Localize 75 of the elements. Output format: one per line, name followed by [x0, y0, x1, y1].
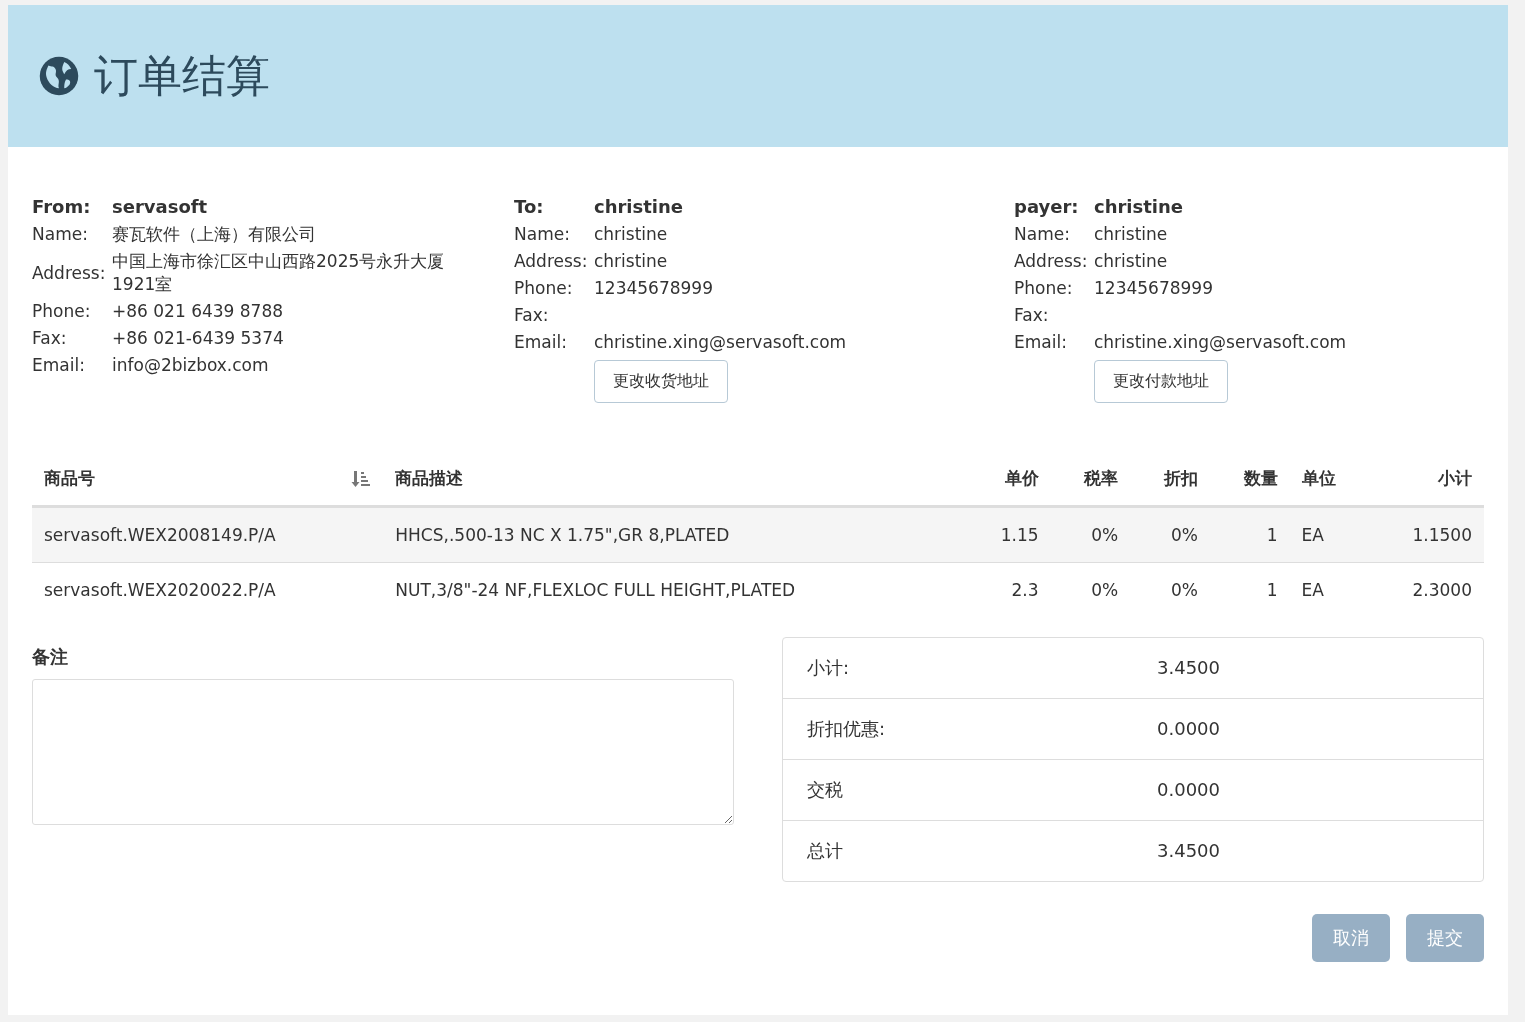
summary-value: 3.4500: [1157, 840, 1221, 862]
column-header[interactable]: 折扣: [1163, 468, 1198, 489]
field-value: christine: [594, 250, 669, 274]
field-label: Fax:: [1014, 304, 1050, 328]
summary-value: 0.0000: [1157, 718, 1221, 740]
column-header[interactable]: 单位: [1301, 468, 1336, 489]
field-value: 中国上海市徐汇区中山西路2025号永升大厦1921室: [112, 250, 446, 297]
field-label: Phone:: [32, 300, 92, 324]
column-header[interactable]: 数量: [1243, 468, 1278, 489]
summary-label: 交税: [807, 778, 844, 802]
field-value: christine.xing@servasoft.com: [594, 331, 848, 354]
field-label: Phone:: [1014, 277, 1074, 301]
field-label: Address:: [1014, 250, 1089, 274]
table-cell: EA: [1301, 525, 1324, 545]
sort-icon[interactable]: [351, 469, 372, 489]
table-cell: EA: [1301, 580, 1324, 600]
party-label: payer:: [1014, 195, 1080, 219]
field-value: christine.xing@servasoft.com: [1094, 331, 1348, 354]
table-cell: 1: [1266, 580, 1278, 600]
field-value: christine: [594, 223, 669, 247]
summary-label: 总计: [807, 839, 844, 863]
party-label: To:: [514, 195, 545, 219]
party-name: christine: [1094, 195, 1185, 219]
field-label: Fax:: [514, 304, 550, 328]
notes-label: 备注: [32, 645, 69, 669]
field-value: 赛瓦软件（上海）有限公司: [112, 223, 317, 247]
table-cell: servasoft.WEX2020022.P/A: [44, 580, 276, 600]
field-label: Email:: [1014, 331, 1068, 354]
field-label: Email:: [514, 331, 568, 354]
page-title: 订单结算: [94, 48, 270, 103]
change-address-button[interactable]: 更改付款地址: [1094, 360, 1228, 403]
field-label: Name:: [32, 223, 89, 247]
summary-value: 3.4500: [1157, 657, 1221, 679]
table-cell: NUT,3/8"-24 NF,FLEXLOC FULL HEIGHT,PLATED: [395, 580, 796, 600]
field-value: christine: [1094, 223, 1169, 247]
field-label: Address:: [32, 261, 107, 285]
table-cell: 0%: [1091, 525, 1119, 545]
field-value: +86 021 6439 8788: [112, 300, 285, 324]
table-cell: 2.3000: [1412, 580, 1472, 600]
table-row[interactable]: servasoft.WEX2020022.P/A NUT,3/8"-24 NF,FLEXLOC FULL HEIGHT,PLATED 2.3 0% 0% 1 EA 2.3000: [32, 562, 1484, 617]
summary-label: 小计:: [807, 656, 851, 680]
table-cell: 0%: [1170, 525, 1198, 545]
party-name: servasoft: [112, 195, 209, 219]
summary-value: 0.0000: [1157, 779, 1221, 801]
field-label: Email:: [32, 354, 86, 377]
summary-label: 折扣优惠:: [807, 717, 887, 741]
change-address-button[interactable]: 更改收货地址: [594, 360, 728, 403]
table-row[interactable]: servasoft.WEX2008149.P/A HHCS,.500-13 NC X 1.75",GR 8,PLATED 1.15 0% 0% 1 EA 1.1500: [32, 506, 1484, 563]
party-name: christine: [594, 195, 685, 219]
column-header[interactable]: 税率: [1084, 468, 1119, 489]
column-header[interactable]: 单价: [1004, 468, 1039, 489]
field-value: 12345678999: [594, 277, 714, 301]
field-label: Address:: [514, 250, 589, 274]
column-header[interactable]: 小计: [1438, 468, 1472, 489]
table-cell: HHCS,.500-13 NC X 1.75",GR 8,PLATED: [395, 525, 730, 545]
field-value: christine: [1094, 250, 1169, 274]
table-cell: 1.1500: [1412, 525, 1472, 545]
field-label: Fax:: [32, 327, 68, 350]
field-value: info@2bizbox.com: [112, 354, 270, 377]
table-cell: servasoft.WEX2008149.P/A: [44, 525, 276, 545]
field-value: 12345678999: [1094, 277, 1214, 301]
table-cell: 2.3: [1011, 580, 1039, 600]
column-header[interactable]: 商品号: [44, 467, 95, 491]
column-header[interactable]: 商品描述: [395, 468, 464, 489]
table-cell: 1.15: [1000, 525, 1039, 545]
field-label: Name:: [1014, 223, 1071, 247]
globe-icon: [38, 55, 80, 97]
field-label: Phone:: [514, 277, 574, 301]
party-label: From:: [32, 195, 92, 219]
table-cell: 1: [1266, 525, 1278, 545]
notes-field[interactable]: [32, 679, 734, 825]
field-value: +86 021-6439 5374: [112, 327, 285, 350]
table-cell: 0%: [1170, 580, 1198, 600]
table-cell: 0%: [1091, 580, 1119, 600]
field-label: Name:: [514, 223, 571, 247]
